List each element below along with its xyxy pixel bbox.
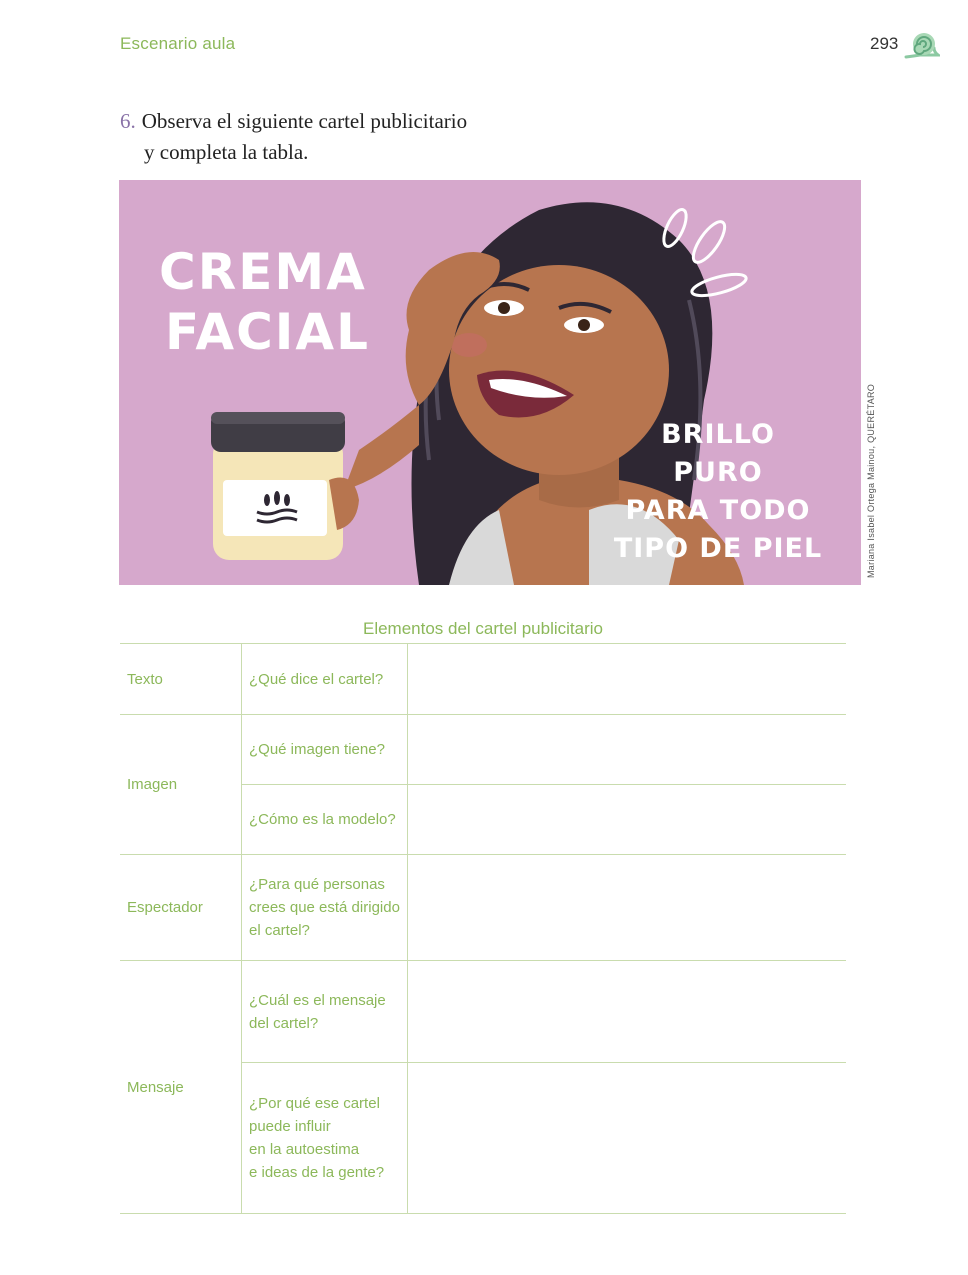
- question-line: ¿Cuál es el mensaje: [249, 991, 386, 1009]
- answer-cell[interactable]: [407, 643, 846, 715]
- section-title: Escenario aula: [120, 34, 236, 53]
- elements-table: Texto ¿Qué dice el cartel? Imagen ¿Qué i…: [120, 643, 846, 1214]
- table-caption: Elementos del cartel publicitario: [362, 619, 603, 638]
- question-line: el cartel?: [249, 922, 310, 939]
- question-line: ¿Cómo es la modelo?: [249, 811, 396, 828]
- table-row: Mensaje ¿Cuál es el mensaje del cartel?: [120, 960, 846, 1214]
- question-cell: ¿Cómo es la modelo?: [241, 784, 408, 855]
- poster-title: CREMA FACIAL: [159, 242, 370, 362]
- question-cell: ¿Para qué personas crees que está dirigi…: [241, 854, 408, 961]
- snail-icon: [904, 33, 940, 59]
- slogan-line: TIPO DE PIEL: [613, 533, 823, 564]
- table-row: Texto ¿Qué dice el cartel?: [120, 643, 846, 715]
- answer-cell[interactable]: [407, 854, 846, 961]
- question-line: del cartel?: [249, 1014, 319, 1032]
- arm-shape: [344, 405, 419, 490]
- cream-jar: [211, 412, 345, 560]
- instruction-line-1: Observa el siguiente cartel publicitario: [141, 109, 468, 133]
- question-cell: ¿Qué imagen tiene?: [241, 714, 408, 785]
- instruction: 6. Observa el siguiente cartel publicitar…: [120, 106, 540, 168]
- poster-slogan: BRILLO PURO PARA TODO TIPO DE PIEL: [593, 416, 843, 568]
- question-line: puede influir: [249, 1118, 331, 1135]
- category-cell: Mensaje: [120, 960, 242, 1214]
- answer-cell[interactable]: [407, 960, 846, 1063]
- poster-title-line-1: CREMA: [159, 243, 367, 301]
- question-line: ¿Por qué ese cartel: [249, 1095, 380, 1112]
- category-cell: Texto: [120, 643, 242, 715]
- question-cell: ¿Cuál es el mensaje del cartel?: [241, 960, 408, 1063]
- instruction-number: 6.: [120, 109, 136, 133]
- slogan-line: PARA TODO: [625, 495, 811, 526]
- question-line: ¿Qué dice el cartel?: [249, 670, 384, 688]
- question-line: crees que está dirigido: [249, 899, 400, 916]
- question-line: ¿Para qué personas: [249, 876, 385, 893]
- question-line: e ideas de la gente?: [249, 1164, 385, 1181]
- question-cell: ¿Por qué ese cartel puede influir en la …: [241, 1062, 408, 1214]
- category-cell: Imagen: [120, 714, 242, 855]
- table-row: Espectador ¿Para qué personas crees que …: [120, 854, 846, 961]
- instruction-line-2: y completa la tabla.: [144, 140, 309, 164]
- category-cell: Espectador: [120, 854, 242, 961]
- table-row: Imagen ¿Qué imagen tiene?: [120, 714, 846, 855]
- question-line: en la autoestima: [249, 1141, 360, 1158]
- poster-title-line-2: FACIAL: [165, 303, 370, 361]
- advertising-poster: CREMA FACIAL BRILLO PURO PARA TODO TIPO …: [119, 180, 861, 585]
- answer-cell[interactable]: [407, 714, 846, 785]
- answer-cell[interactable]: [407, 1062, 846, 1214]
- slogan-line: BRILLO: [661, 419, 775, 450]
- question-cell: ¿Qué dice el cartel?: [241, 643, 408, 715]
- question-line: ¿Qué imagen tiene?: [249, 741, 385, 758]
- slogan-line: PURO: [673, 457, 763, 488]
- page-number: 293: [870, 34, 899, 53]
- answer-cell[interactable]: [407, 784, 846, 855]
- illustration-credit: Mariana Isabel Ortega Mainou, QUERÉTARO: [866, 383, 876, 578]
